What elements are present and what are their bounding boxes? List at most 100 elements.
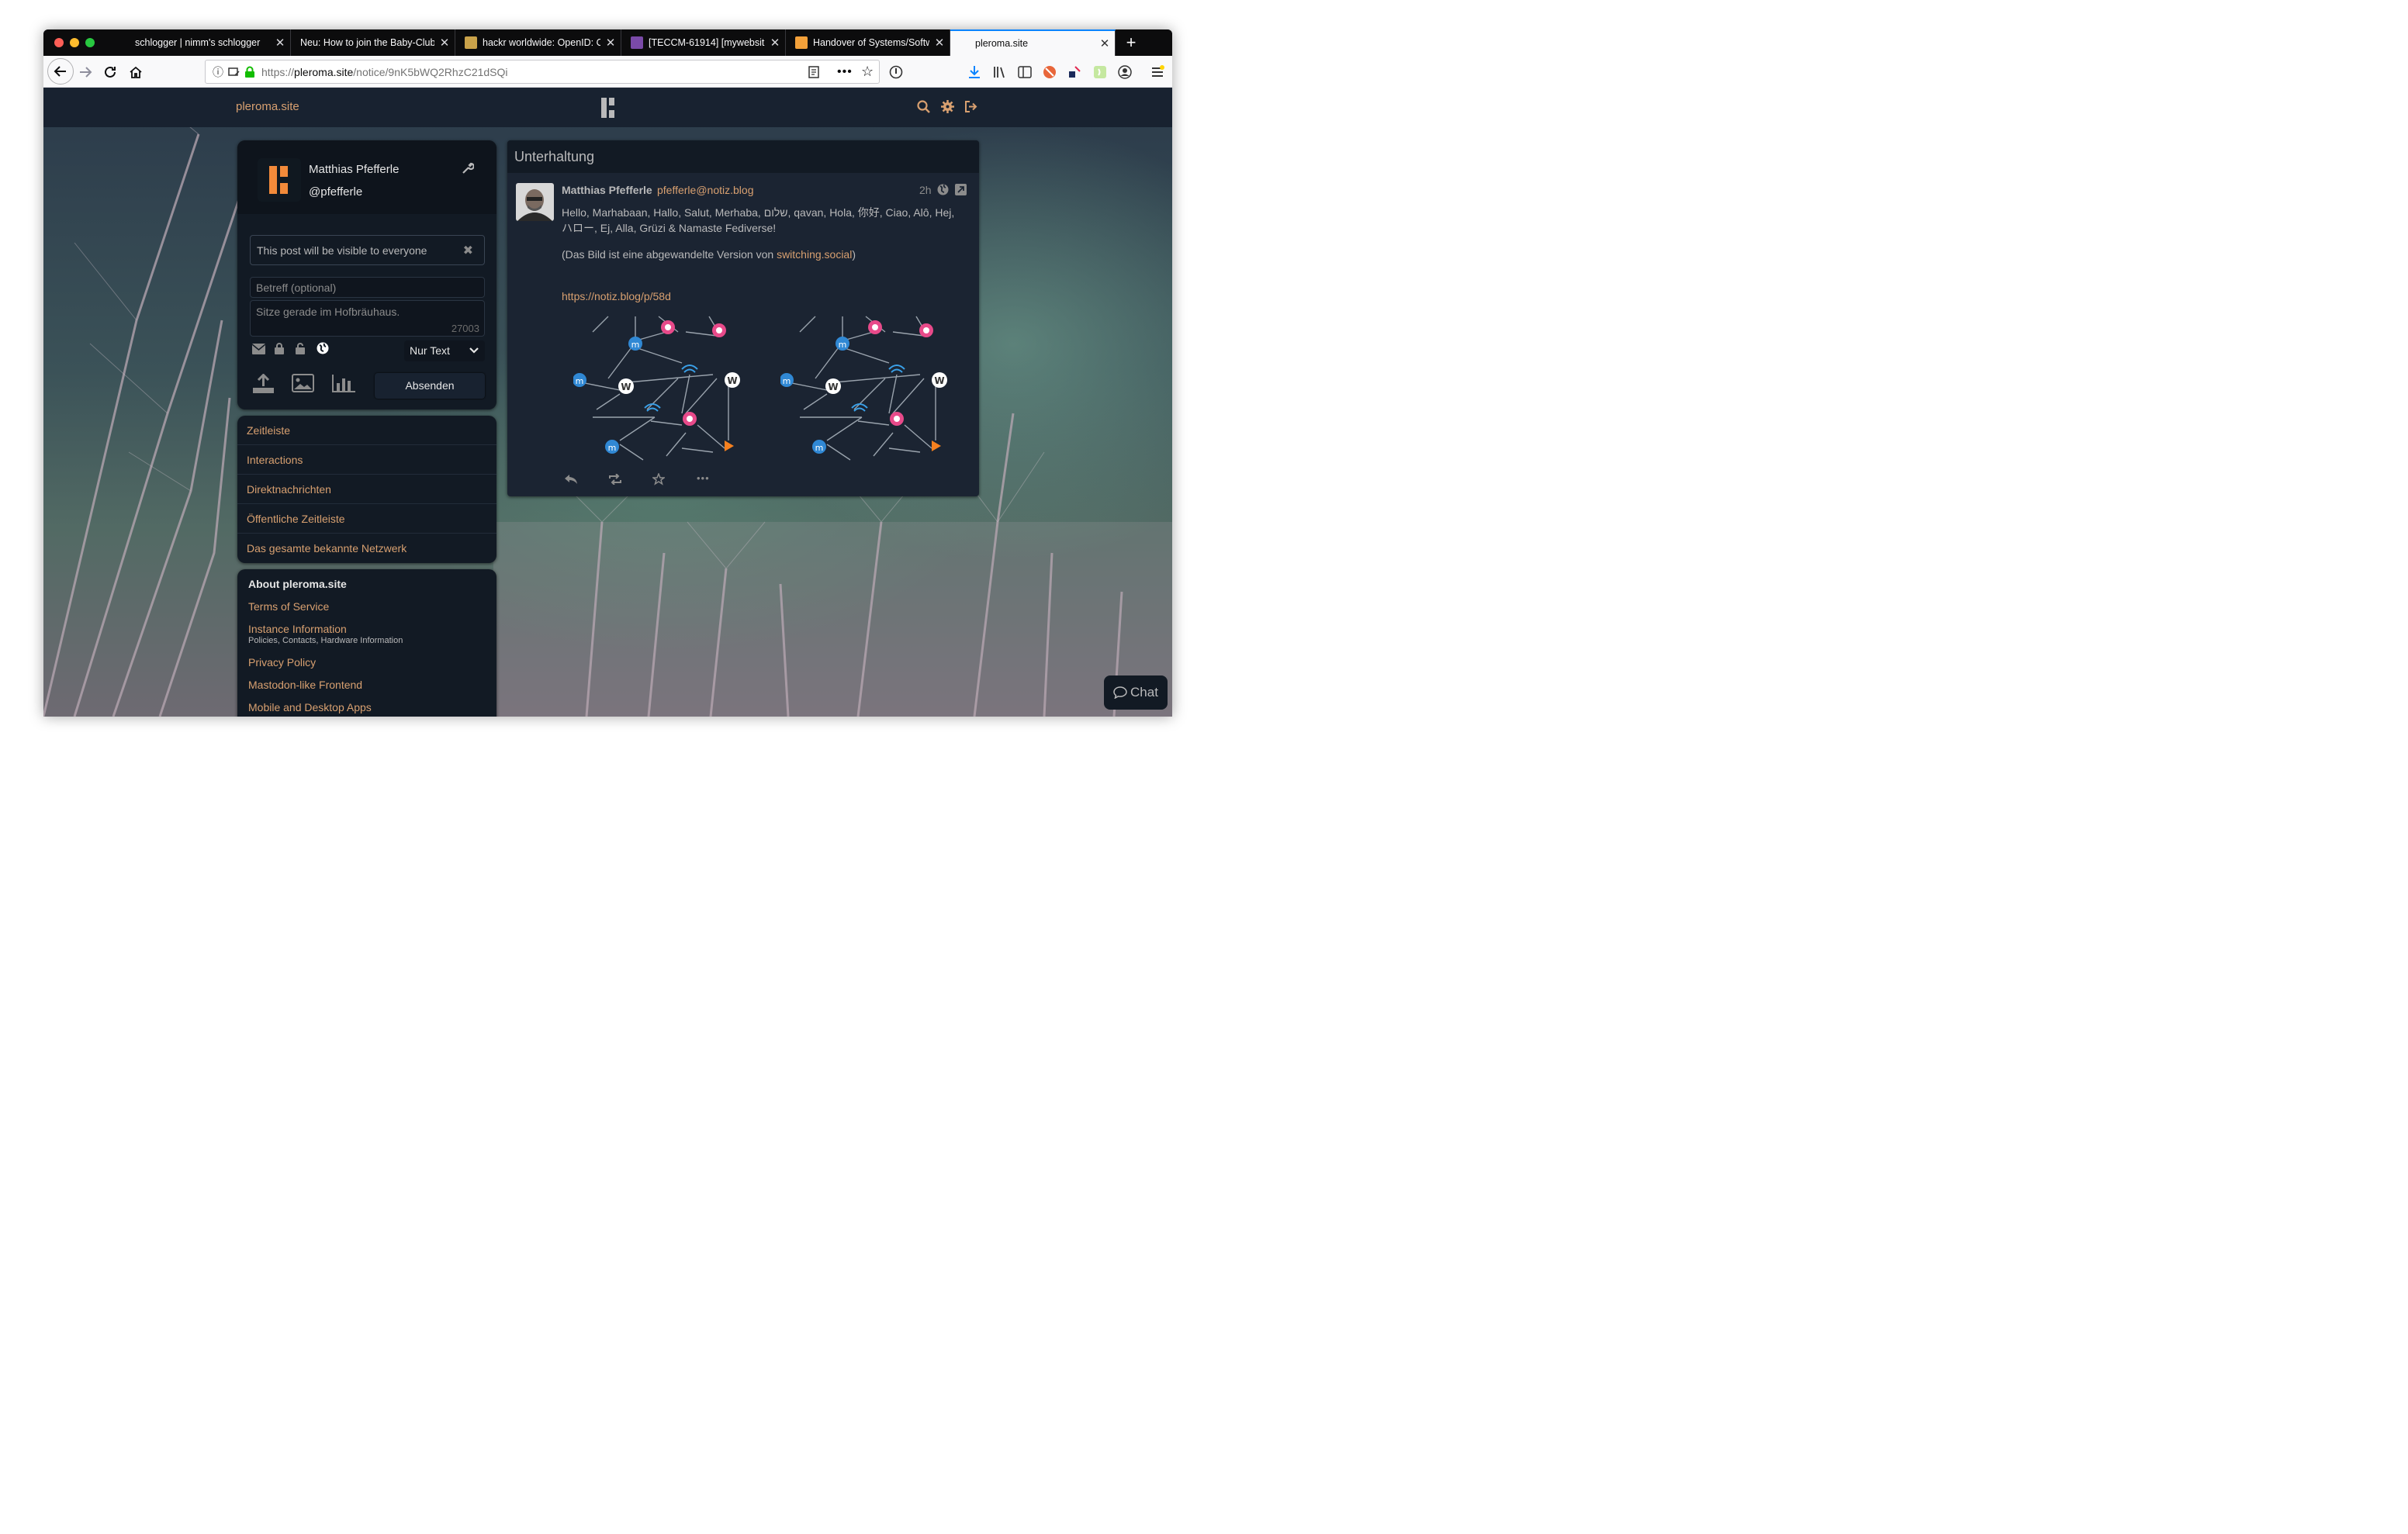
attachment-fediverse-diagram-2[interactable]: m m W W m xyxy=(780,309,967,464)
switching-social-link[interactable]: switching.social xyxy=(777,248,852,261)
reader-view-icon[interactable] xyxy=(808,65,820,78)
nav-item-public-timeline[interactable]: Öffentliche Zeitleiste xyxy=(237,504,496,534)
post-timestamp[interactable]: 2h xyxy=(919,184,932,196)
site-brand-link[interactable]: pleroma.site xyxy=(236,100,299,113)
minimize-window-button[interactable] xyxy=(70,38,79,47)
mobile-desktop-apps-link[interactable]: Mobile and Desktop Apps xyxy=(248,701,372,713)
svg-text:W: W xyxy=(621,382,631,392)
reload-button[interactable] xyxy=(98,60,123,85)
close-tab-icon[interactable]: ✕ xyxy=(434,36,455,50)
favorite-star-icon[interactable] xyxy=(652,473,665,485)
search-icon[interactable] xyxy=(917,100,930,113)
poll-chart-icon[interactable] xyxy=(331,375,355,392)
tab-title: pleroma.site xyxy=(975,38,1029,49)
library-icon[interactable] xyxy=(993,65,1007,79)
terms-of-service-link[interactable]: Terms of Service xyxy=(248,600,329,613)
tab-strip: schlogger | nimm's schlogger ✕ Neu: How … xyxy=(43,29,1172,56)
svg-text:W: W xyxy=(828,382,838,392)
new-tab-button[interactable]: + xyxy=(1118,29,1144,56)
svg-text:m: m xyxy=(608,443,617,453)
back-button[interactable] xyxy=(47,58,74,85)
attachment-fediverse-diagram-1[interactable]: m m W W m xyxy=(573,309,759,464)
upload-media-icon[interactable] xyxy=(253,374,274,393)
author-avatar[interactable] xyxy=(516,183,554,221)
public-globe-icon[interactable] xyxy=(317,342,329,354)
zoom-window-button[interactable] xyxy=(85,38,95,47)
settings-gear-icon[interactable] xyxy=(941,100,954,113)
downloads-icon[interactable] xyxy=(967,65,981,79)
extension-puzzle-icon[interactable] xyxy=(1067,65,1081,79)
direct-envelope-icon[interactable] xyxy=(252,344,265,354)
nav-item-whole-network[interactable]: Das gesamte bekannte Netzwerk xyxy=(237,534,496,563)
url-bar[interactable]: ⓘ https://pleroma.site/notice/9nK5bWQ2Rh… xyxy=(205,60,880,84)
tab-title: Neu: How to join the Baby-Club | xyxy=(300,37,434,48)
format-select-value: Nur Text xyxy=(410,344,450,357)
post-author-account[interactable]: pfefferle@notiz.blog xyxy=(657,184,753,196)
nav-item-interactions[interactable]: Interactions xyxy=(237,445,496,475)
edit-profile-wrench-icon[interactable] xyxy=(461,162,474,175)
post-author-name[interactable]: Matthias Pfefferle xyxy=(562,184,652,196)
tab-title: hackr worldwide: OpenID: OI xyxy=(483,37,600,48)
svg-text:m: m xyxy=(576,376,584,386)
instance-information-link[interactable]: Instance Information xyxy=(248,623,347,635)
extension-green-icon[interactable] xyxy=(1093,65,1107,79)
reply-icon[interactable] xyxy=(564,474,578,485)
tab-schlogger[interactable]: schlogger | nimm's schlogger ✕ xyxy=(126,29,291,56)
nav-item-timeline[interactable]: Zeitleiste xyxy=(237,416,496,445)
close-tab-icon[interactable]: ✕ xyxy=(765,36,785,50)
forward-button[interactable] xyxy=(73,60,98,85)
account-icon[interactable] xyxy=(1118,65,1132,79)
tab-teccm[interactable]: [TECCM-61914] [mywebsite] ✕ xyxy=(621,29,786,56)
subject-input[interactable]: Betreff (optional) xyxy=(250,277,485,298)
tab-handover[interactable]: Handover of Systems/Softwa ✕ xyxy=(786,29,950,56)
page-actions-icon[interactable]: ••• xyxy=(837,65,853,79)
dismiss-notice-icon[interactable]: ✖ xyxy=(463,243,473,258)
pleroma-logo-icon[interactable] xyxy=(601,98,615,118)
about-panel: About pleroma.site Terms of Service Inst… xyxy=(237,569,496,717)
chat-button[interactable]: Chat xyxy=(1104,675,1168,710)
avatar[interactable] xyxy=(258,158,301,202)
tab-baby-club[interactable]: Neu: How to join the Baby-Club | ✕ xyxy=(291,29,455,56)
page-background: pleroma.site Matthias Pfefferle @pfeffer… xyxy=(43,88,1172,717)
nav-item-direct-messages[interactable]: Direktnachrichten xyxy=(237,475,496,504)
repeat-icon[interactable] xyxy=(607,474,623,485)
close-window-button[interactable] xyxy=(54,38,64,47)
mastodon-frontend-link[interactable]: Mastodon-like Frontend xyxy=(248,679,362,691)
extension-shield-icon[interactable] xyxy=(889,65,903,79)
status-textarea[interactable]: Sitze gerade im Hofbräuhaus. 27003 xyxy=(250,300,485,337)
sidebar-icon[interactable] xyxy=(1018,65,1032,79)
browser-window: schlogger | nimm's schlogger ✕ Neu: How … xyxy=(43,29,1172,717)
user-handle[interactable]: @pfefferle xyxy=(309,185,362,199)
post-link[interactable]: https://notiz.blog/p/58d xyxy=(562,288,969,304)
visibility-notice: This post will be visible to everyone ✖ xyxy=(250,235,485,265)
close-tab-icon[interactable]: ✕ xyxy=(600,36,621,50)
url-scheme: https:// xyxy=(261,65,295,78)
info-icon[interactable]: ⓘ xyxy=(213,64,223,80)
svg-text:m: m xyxy=(815,443,824,453)
instance-information-subtitle: Policies, Contacts, Hardware Information xyxy=(248,636,403,645)
format-select[interactable]: Nur Text xyxy=(404,340,485,361)
private-lock-icon[interactable] xyxy=(275,343,284,354)
extension-blocker-icon[interactable] xyxy=(1043,65,1057,79)
close-tab-icon[interactable]: ✕ xyxy=(929,36,950,50)
tab-hackr[interactable]: hackr worldwide: OpenID: OI ✕ xyxy=(455,29,621,56)
logout-icon[interactable] xyxy=(964,100,977,113)
more-actions-icon[interactable]: ••• xyxy=(697,472,710,484)
menu-icon[interactable] xyxy=(1150,65,1164,79)
tab-title: schlogger | nimm's schlogger xyxy=(135,37,261,48)
image-icon[interactable] xyxy=(292,374,314,392)
hackr-favicon-icon xyxy=(465,36,477,49)
unlisted-unlock-icon[interactable] xyxy=(296,343,305,354)
bookmark-star-icon[interactable]: ☆ xyxy=(861,64,874,80)
url-text: https://pleroma.site/notice/9nK5bWQ2RhzC… xyxy=(261,66,508,78)
home-button[interactable] xyxy=(123,60,148,85)
permissions-icon[interactable] xyxy=(228,66,240,78)
user-display-name[interactable]: Matthias Pfefferle xyxy=(309,163,399,176)
submit-button[interactable]: Absenden xyxy=(375,373,485,399)
external-link-icon[interactable] xyxy=(955,184,967,195)
back-arrow-icon xyxy=(54,66,66,77)
close-tab-icon[interactable]: ✕ xyxy=(1095,36,1115,50)
close-tab-icon[interactable]: ✕ xyxy=(270,36,290,50)
tab-pleroma[interactable]: pleroma.site ✕ xyxy=(950,29,1116,56)
privacy-policy-link[interactable]: Privacy Policy xyxy=(248,656,316,669)
